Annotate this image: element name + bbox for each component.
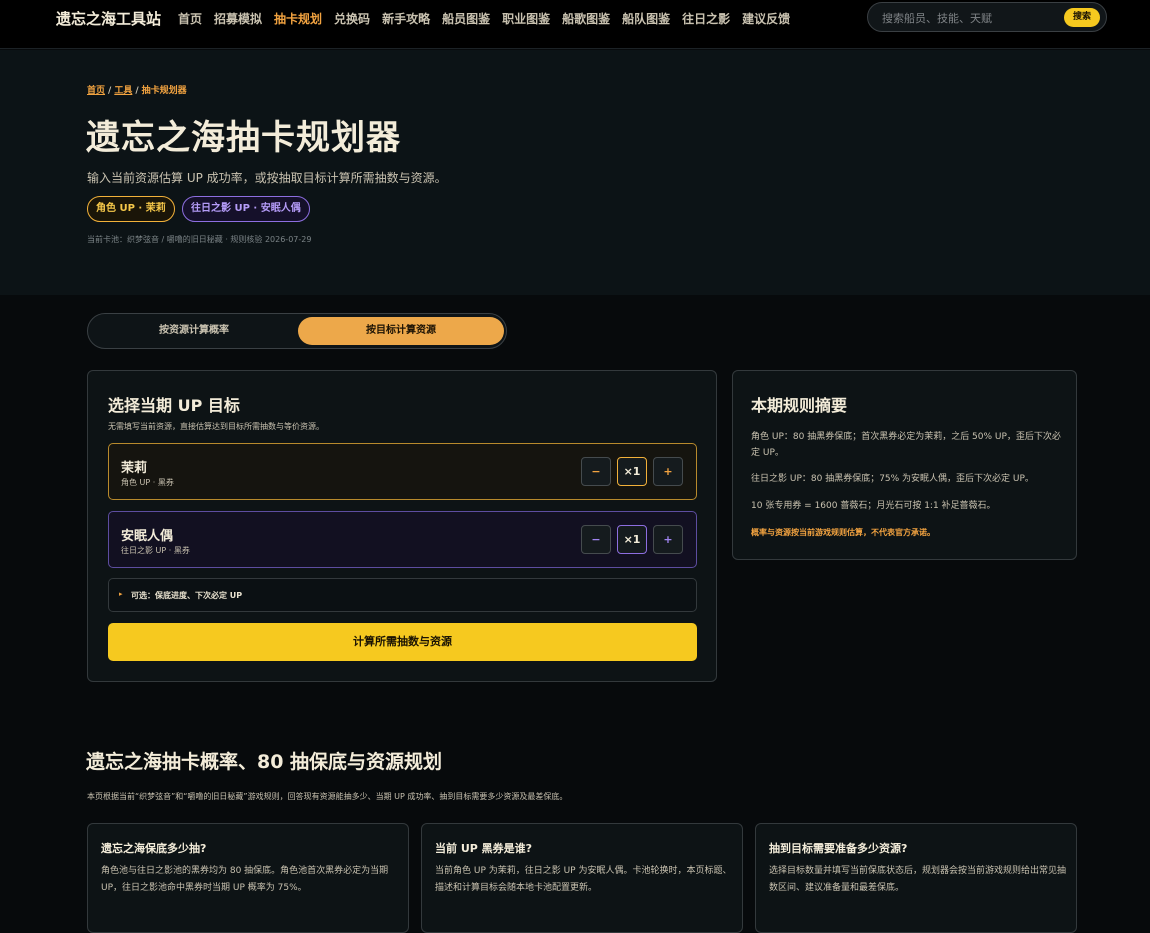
- expand-triangle-icon: ▸: [119, 590, 123, 598]
- nav-link-shanty-codex[interactable]: 船歌图鉴: [562, 10, 610, 27]
- target-card-title: 选择当期 UP 目标: [108, 396, 240, 415]
- mode-switch: 按资源计算概率 按目标计算资源: [87, 313, 507, 349]
- mode-by-resource-tab[interactable]: 按资源计算概率: [92, 317, 296, 345]
- past-shadow-up-badge: 往日之影 UP · 安眠人偶: [182, 196, 310, 222]
- rule-item: 10 张专用券 = 1600 蔷薇石；月光石可按 1:1 补足蔷薇石。: [751, 501, 996, 511]
- faq-card: 当前 UP 黑券是谁? 当前角色 UP 为茉莉，往日之影 UP 为安眠人偶。卡池…: [421, 823, 743, 933]
- faq-section-title: 遗忘之海抽卡概率、80 抽保底与资源规划: [86, 751, 443, 773]
- nav-link-past-shadows[interactable]: 往日之影: [682, 10, 730, 27]
- target-tag: 往日之影 UP · 黑券: [121, 546, 190, 555]
- faq-question: 遗忘之海保底多少抽?: [101, 842, 207, 855]
- faq-card: 遗忘之海保底多少抽? 角色池与往日之影池的黑券均为 80 抽保底。角色池首次黑券…: [87, 823, 409, 933]
- nav-link-fleet-codex[interactable]: 船队图鉴: [622, 10, 670, 27]
- faq-answer: 选择目标数量并填写当前保底状态后，规划器会按当前游戏规则给出常见抽数区间、建议准…: [769, 866, 1067, 893]
- site-brand[interactable]: 遗忘之海工具站: [56, 8, 161, 29]
- target-tag: 角色 UP · 黑券: [121, 478, 174, 487]
- target-name: 安眠人偶: [121, 529, 174, 544]
- target-row-past-shadow: 安眠人偶 往日之影 UP · 黑券 − ×1 +: [108, 511, 697, 568]
- quantity-stepper: − ×1 +: [581, 457, 683, 486]
- nav-link-gacha-planner[interactable]: 抽卡规划: [274, 10, 322, 27]
- faq-section-subtitle: 本页根据当前“织梦弦音”和“嚼噜的旧日秘藏”游戏规则，回答现有资源能抽多少、当期…: [87, 792, 568, 801]
- rule-item: 往日之影 UP：80 抽黑券保底；75% 为安眠人偶，歪后下次必定 UP。: [751, 474, 1034, 484]
- target-name: 茉莉: [121, 461, 148, 476]
- search-box: 搜索: [867, 2, 1107, 32]
- nav-links: 首页 招募模拟 抽卡规划 兑换码 新手攻略 船员图鉴 职业图鉴 船歌图鉴 船队图…: [178, 10, 790, 27]
- quantity-stepper: − ×1 +: [581, 525, 683, 554]
- calculate-button[interactable]: 计算所需抽数与资源: [108, 623, 697, 661]
- page-title: 遗忘之海抽卡规划器: [86, 118, 401, 158]
- rules-summary-card: 本期规则摘要 角色 UP：80 抽黑券保底；首次黑券必定为茉莉，之后 50% U…: [732, 370, 1077, 560]
- breadcrumb-separator: /: [108, 86, 112, 96]
- nav-link-class-codex[interactable]: 职业图鉴: [502, 10, 550, 27]
- disclaimer-note: 概率与资源按当前游戏规则估算，不代表官方承诺。: [751, 528, 935, 537]
- search-input[interactable]: [882, 9, 1052, 27]
- increment-button[interactable]: +: [653, 525, 683, 554]
- hero-section: 首页 / 工具 / 抽卡规划器 遗忘之海抽卡规划器 输入当前资源估算 UP 成功率，或按…: [0, 50, 1150, 295]
- character-up-badge: 角色 UP · 茉莉: [87, 196, 175, 222]
- page-subtitle: 输入当前资源估算 UP 成功率，或按抽取目标计算所需抽数与资源。: [87, 171, 447, 185]
- target-row-character: 茉莉 角色 UP · 黑券 − ×1 +: [108, 443, 697, 500]
- decrement-button[interactable]: −: [581, 457, 611, 486]
- faq-question: 抽到目标需要准备多少资源?: [769, 842, 908, 855]
- target-card-description: 无需填写当前资源，直接估算达到目标所需抽数与等价资源。: [108, 422, 324, 431]
- optional-settings-label: 可选：保底进度、下次必定 UP: [131, 591, 243, 600]
- faq-card: 抽到目标需要准备多少资源? 选择目标数量并填写当前保底状态后，规划器会按当前游戏…: [755, 823, 1077, 933]
- top-nav: 遗忘之海工具站 首页 招募模拟 抽卡规划 兑换码 新手攻略 船员图鉴 职业图鉴 …: [0, 0, 1150, 49]
- faq-question: 当前 UP 黑券是谁?: [435, 842, 533, 855]
- nav-link-home[interactable]: 首页: [178, 10, 202, 27]
- breadcrumb-current: 抽卡规划器: [141, 86, 187, 96]
- faq-answer: 角色池与往日之影池的黑券均为 80 抽保底。角色池首次黑券必定为当期 UP，往日…: [101, 866, 389, 893]
- breadcrumb-separator: /: [135, 86, 139, 96]
- rule-item: 角色 UP：80 抽黑券保底；首次黑券必定为茉莉，之后 50% UP，歪后下次必…: [751, 432, 1061, 458]
- nav-link-recruit-sim[interactable]: 招募模拟: [214, 10, 262, 27]
- breadcrumb-home[interactable]: 首页: [87, 86, 105, 96]
- optional-settings-toggle[interactable]: ▸ 可选：保底进度、下次必定 UP: [108, 578, 697, 612]
- target-selection-card: 选择当期 UP 目标 无需填写当前资源，直接估算达到目标所需抽数与等价资源。 茉…: [87, 370, 717, 682]
- breadcrumb-tools[interactable]: 工具: [114, 86, 132, 96]
- pool-meta-info: 当前卡池：织梦弦音 / 嚼噜的旧日秘藏 · 规则核验 2026-07-29: [87, 235, 312, 244]
- breadcrumb: 首页 / 工具 / 抽卡规划器: [87, 83, 187, 96]
- quantity-value: ×1: [617, 457, 647, 486]
- rules-title: 本期规则摘要: [751, 396, 848, 415]
- nav-link-feedback[interactable]: 建议反馈: [742, 10, 790, 27]
- search-button[interactable]: 搜索: [1064, 8, 1100, 27]
- faq-answer: 当前角色 UP 为茉莉，往日之影 UP 为安眠人偶。卡池轮换时，本页标题、描述和…: [435, 866, 732, 893]
- increment-button[interactable]: +: [653, 457, 683, 486]
- mode-by-target-tab[interactable]: 按目标计算资源: [298, 317, 504, 345]
- quantity-value: ×1: [617, 525, 647, 554]
- nav-link-crew-codex[interactable]: 船员图鉴: [442, 10, 490, 27]
- nav-link-redeem-codes[interactable]: 兑换码: [334, 10, 370, 27]
- decrement-button[interactable]: −: [581, 525, 611, 554]
- nav-link-beginner-guide[interactable]: 新手攻略: [382, 10, 430, 27]
